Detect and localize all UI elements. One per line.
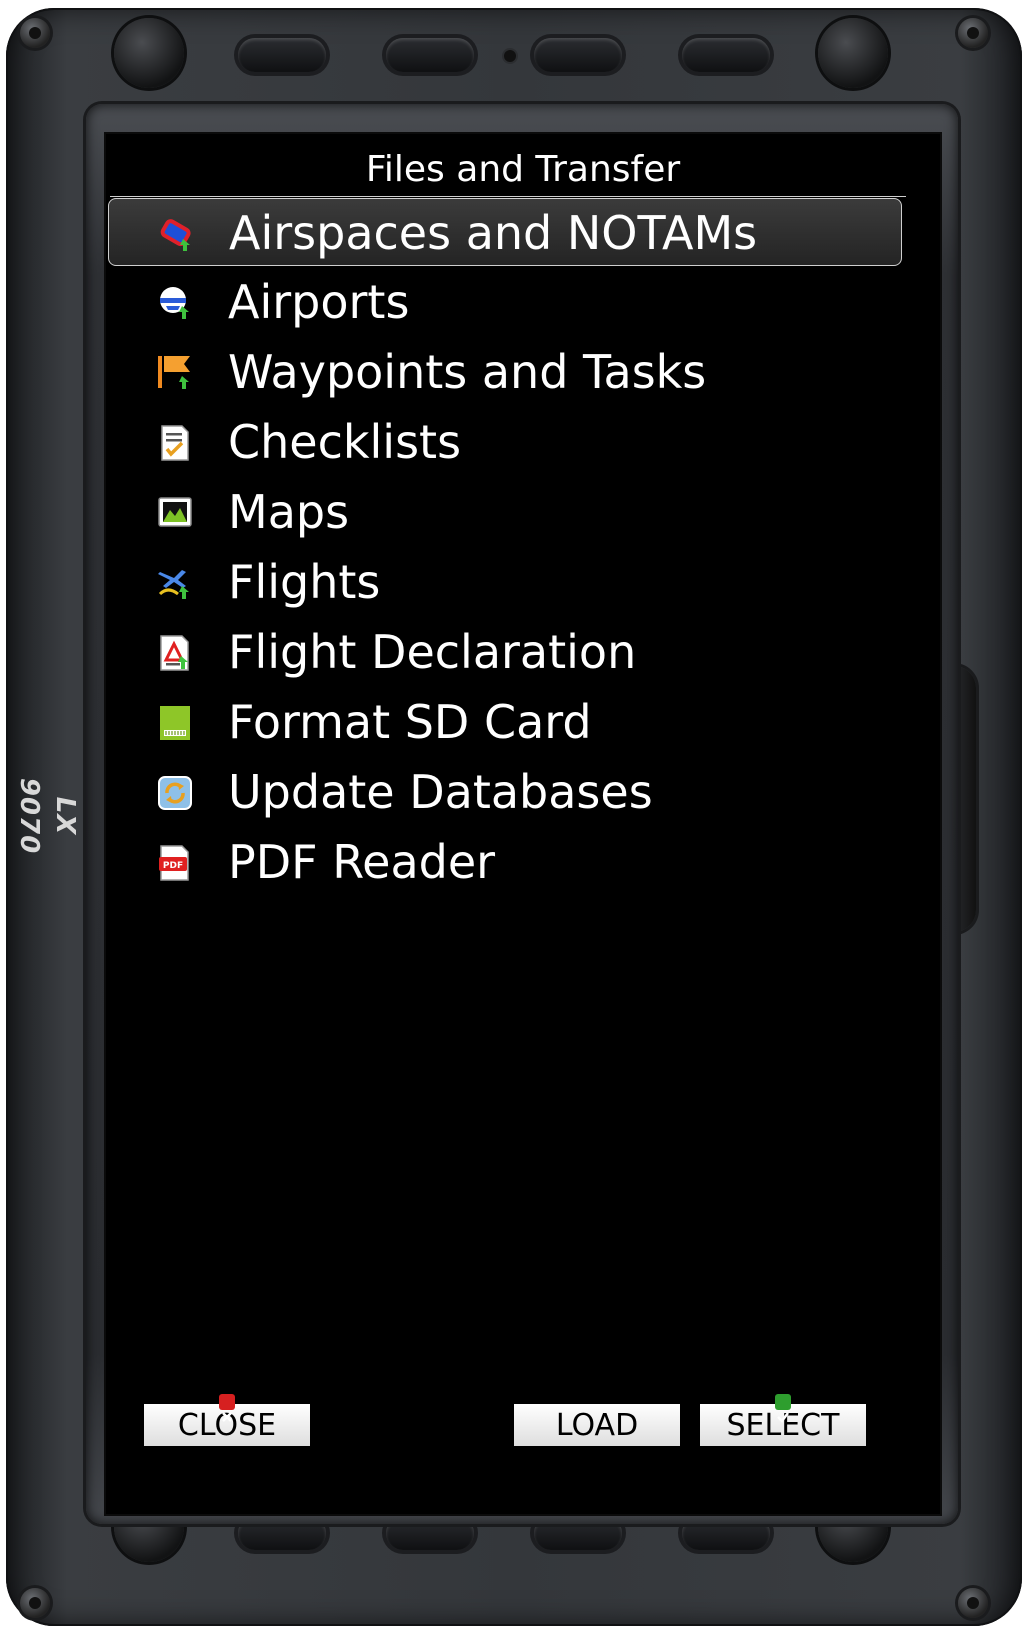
airport-icon xyxy=(160,287,189,319)
menu-item-label: Airports xyxy=(228,275,410,329)
display-screen: Files and Transfer Airspaces and NOTAMs … xyxy=(106,134,940,1514)
title-divider xyxy=(110,196,906,197)
menu-item-flights[interactable]: Flights xyxy=(108,548,902,616)
menu-item-label: Flights xyxy=(228,555,381,609)
menu-item-label: Flight Declaration xyxy=(228,625,637,679)
sd-card-icon xyxy=(160,706,190,740)
screw-top-right xyxy=(958,18,988,48)
hardware-button-top-1[interactable] xyxy=(238,38,326,72)
menu-item-label: Airspaces and NOTAMs xyxy=(229,206,758,260)
hardware-button-top-4[interactable] xyxy=(682,38,770,72)
menu-item-label: Checklists xyxy=(228,415,462,469)
load-button-label: LOAD xyxy=(555,1408,639,1443)
menu-item-maps[interactable]: Maps xyxy=(108,478,902,546)
screw-bottom-left xyxy=(20,1588,50,1618)
menu-item-label: Format SD Card xyxy=(228,695,592,749)
menu-item-format-sd-card[interactable]: Format SD Card xyxy=(108,688,902,756)
menu-item-update-databases[interactable]: Update Databases xyxy=(108,758,902,826)
screw-bottom-right xyxy=(958,1588,988,1618)
menu-item-label: Update Databases xyxy=(228,765,653,819)
svg-text:PDF: PDF xyxy=(163,861,183,871)
page-title: Files and Transfer xyxy=(365,149,681,190)
hardware-button-top-3[interactable] xyxy=(534,38,622,72)
indicator-led xyxy=(504,50,516,62)
checklist-icon xyxy=(161,425,189,461)
load-button[interactable]: LOAD xyxy=(514,1404,680,1446)
hardware-button-top-2[interactable] xyxy=(386,38,474,72)
map-icon xyxy=(158,497,192,527)
close-badge-icon xyxy=(219,1394,235,1422)
menu-item-checklists[interactable]: Checklists xyxy=(108,408,902,476)
menu-item-pdf-reader[interactable]: PDF PDF Reader xyxy=(108,828,902,896)
brand-label: LX 9070 xyxy=(14,777,80,855)
knob-top-left[interactable] xyxy=(114,18,184,88)
screw-top-left xyxy=(20,18,50,48)
flights-icon xyxy=(158,570,189,599)
update-databases-icon xyxy=(158,776,192,810)
close-button[interactable]: CLOSE xyxy=(144,1394,310,1446)
menu-item-flight-declaration[interactable]: Flight Declaration xyxy=(108,618,902,686)
airspace-icon xyxy=(160,219,191,251)
menu-item-waypoints-tasks[interactable]: Waypoints and Tasks xyxy=(108,338,902,406)
knob-top-right[interactable] xyxy=(818,18,888,88)
check-badge-icon xyxy=(775,1394,791,1423)
menu-item-airspaces-notams[interactable]: Airspaces and NOTAMs xyxy=(108,198,902,266)
menu-item-airports[interactable]: Airports xyxy=(108,268,902,336)
waypoint-flag-icon xyxy=(158,356,190,389)
menu-item-label: PDF Reader xyxy=(228,835,496,889)
flight-declaration-icon xyxy=(160,635,189,671)
select-button[interactable]: SELECT xyxy=(700,1394,866,1446)
menu-item-label: Waypoints and Tasks xyxy=(228,345,707,399)
pdf-icon: PDF xyxy=(159,845,189,881)
menu-item-label: Maps xyxy=(228,485,350,539)
